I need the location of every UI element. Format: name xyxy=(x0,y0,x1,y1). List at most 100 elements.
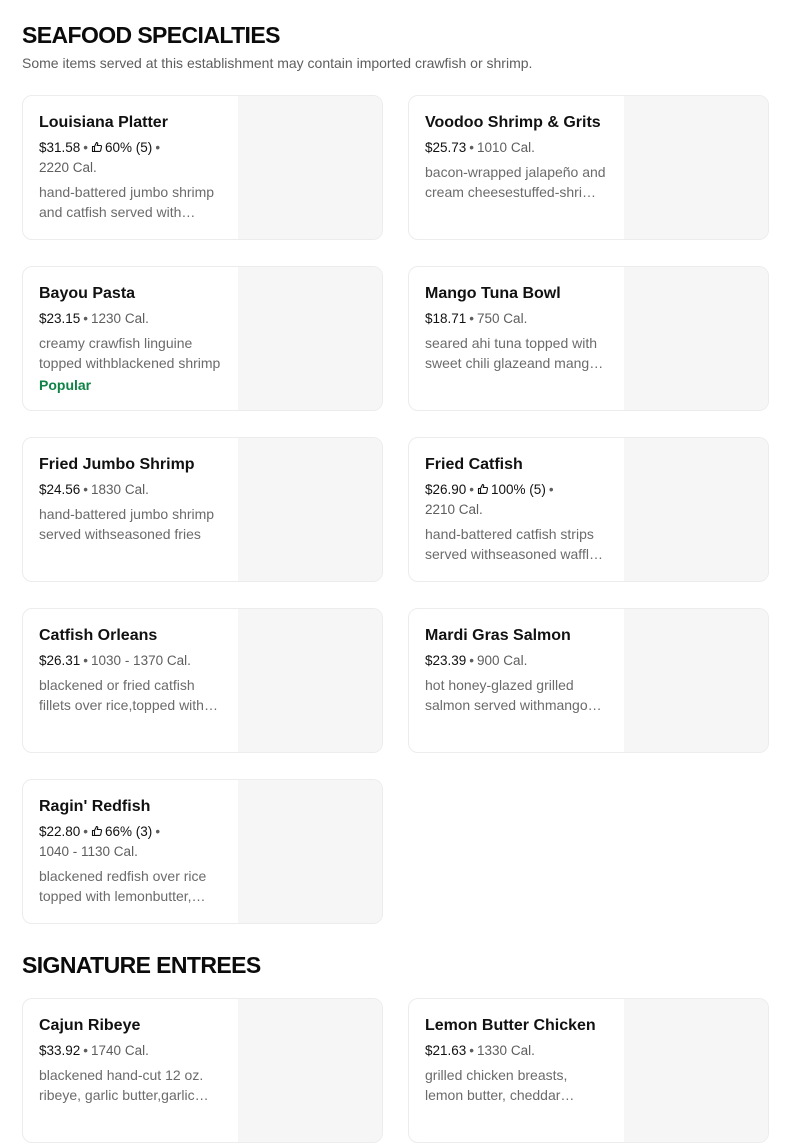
menu-item-image[interactable] xyxy=(624,999,768,1142)
thumbs-up-icon xyxy=(477,480,489,500)
menu-item-price: $26.90 xyxy=(425,482,467,497)
menu-item-description: seared ahi tuna topped with sweet chili … xyxy=(425,335,598,371)
rating-text: 66% (3) xyxy=(105,824,153,839)
menu-item-rating: 100% (5) xyxy=(477,480,546,500)
separator-dot: • xyxy=(155,824,161,839)
menu-item-card[interactable]: Fried Catfish $26.90 • 100% (5) • 2210 Cal. ha… xyxy=(408,437,769,582)
menu-item-info: Ragin' Redfish $22.80 • 66% (3) • 1040 - 1130… xyxy=(39,796,221,906)
separator-dot: • xyxy=(83,1043,89,1058)
menu-item-name: Lemon Butter Chicken xyxy=(425,1017,596,1034)
menu-item-price: $23.15 xyxy=(39,311,81,326)
menu-item-name: Cajun Ribeye xyxy=(39,1017,141,1034)
menu-item-card[interactable]: Ragin' Redfish $22.80 • 66% (3) • 1040 - 1130… xyxy=(22,779,383,924)
menu-item-card[interactable]: Louisiana Platter $31.58 • 60% (5) • 2220 Cal… xyxy=(22,95,383,240)
menu-item-description: hand-battered jumbo shrimp served withse… xyxy=(39,506,215,542)
menu-item-info: Fried Jumbo Shrimp $24.56 • 1830 Cal. hand-b… xyxy=(39,454,221,544)
menu-item-name: Fried Catfish xyxy=(425,456,523,473)
menu-item-meta: $26.90 • 100% (5) • 2210 Cal. xyxy=(425,480,607,520)
menu-item-info: Louisiana Platter $31.58 • 60% (5) • 2220 Cal… xyxy=(39,112,221,222)
separator-dot: • xyxy=(83,311,89,326)
menu-item-image[interactable] xyxy=(238,267,382,410)
separator-dot: • xyxy=(469,1043,475,1058)
separator-dot: • xyxy=(548,482,554,497)
menu-item-calories: 1230 Cal. xyxy=(91,311,149,326)
section-subtitle: Some items served at this establishment … xyxy=(22,55,533,71)
menu-item-info: Mardi Gras Salmon $23.39 • 900 Cal. hot hone… xyxy=(425,625,607,715)
menu-item-image[interactable] xyxy=(624,267,768,410)
separator-dot: • xyxy=(83,482,89,497)
menu-item-card[interactable]: Bayou Pasta $23.15 • 1230 Cal. creamy crawfi… xyxy=(22,266,383,411)
menu-item-price: $18.71 xyxy=(425,311,467,326)
menu-item-info: Bayou Pasta $23.15 • 1230 Cal. creamy crawfi… xyxy=(39,283,221,395)
menu-item-image[interactable] xyxy=(238,438,382,581)
menu-item-card[interactable]: Catfish Orleans $26.31 • 1030 - 1370 Cal. bl… xyxy=(22,608,383,753)
menu-item-description: hand-battered catfish strips served with… xyxy=(425,526,597,562)
menu-item-calories: 1830 Cal. xyxy=(91,482,149,497)
menu-item-name: Fried Jumbo Shrimp xyxy=(39,456,195,473)
menu-item-info: Fried Catfish $26.90 • 100% (5) • 2210 Cal. ha… xyxy=(425,454,607,564)
menu-item-card[interactable]: Lemon Butter Chicken $21.63 • 1330 Cal. gril… xyxy=(408,998,769,1143)
separator-dot: • xyxy=(155,140,161,155)
popular-badge: Popular xyxy=(39,377,92,393)
menu-item-price: $25.73 xyxy=(425,140,467,155)
menu-item-calories: 750 Cal. xyxy=(477,311,528,326)
separator-dot: • xyxy=(83,824,89,839)
menu-item-meta: $26.31 • 1030 - 1370 Cal. xyxy=(39,651,221,671)
rating-text: 100% (5) xyxy=(491,482,546,497)
menu-item-image[interactable] xyxy=(624,438,768,581)
menu-item-calories: 1330 Cal. xyxy=(477,1043,535,1058)
menu-item-image[interactable] xyxy=(238,999,382,1142)
menu-item-meta: $24.56 • 1830 Cal. xyxy=(39,480,221,500)
separator-dot: • xyxy=(469,311,475,326)
menu-item-card[interactable]: Fried Jumbo Shrimp $24.56 • 1830 Cal. hand-b… xyxy=(22,437,383,582)
separator-dot: • xyxy=(469,653,475,668)
menu-item-rating: 60% (5) xyxy=(91,138,152,158)
menu-item-price: $31.58 xyxy=(39,140,81,155)
menu-item-calories: 1010 Cal. xyxy=(477,140,535,155)
menu-item-image[interactable] xyxy=(238,96,382,239)
menu-item-calories: 1040 - 1130 Cal. xyxy=(39,844,138,859)
menu-item-description: blackened redfish over rice topped with … xyxy=(39,868,207,904)
menu-item-price: $33.92 xyxy=(39,1043,81,1058)
menu-item-price: $22.80 xyxy=(39,824,81,839)
menu-item-card[interactable]: Mango Tuna Bowl $18.71 • 750 Cal. seared ahi… xyxy=(408,266,769,411)
menu-item-image[interactable] xyxy=(238,780,382,923)
menu-item-image[interactable] xyxy=(238,609,382,752)
menu-item-meta: $33.92 • 1740 Cal. xyxy=(39,1041,221,1061)
menu-item-info: Mango Tuna Bowl $18.71 • 750 Cal. seared ahi… xyxy=(425,283,607,373)
menu-item-calories: 1740 Cal. xyxy=(91,1043,149,1058)
menu-item-info: Cajun Ribeye $33.92 • 1740 Cal. blackened ha… xyxy=(39,1015,221,1105)
menu-item-calories: 900 Cal. xyxy=(477,653,528,668)
menu-item-card[interactable]: Voodoo Shrimp & Grits $25.73 • 1010 Cal. bac… xyxy=(408,95,769,240)
separator-dot: • xyxy=(469,140,475,155)
menu-item-image[interactable] xyxy=(624,609,768,752)
menu-item-name: Ragin' Redfish xyxy=(39,798,151,815)
menu-item-name: Louisiana Platter xyxy=(39,114,168,131)
section-title: SEAFOOD SPECIALTIES xyxy=(22,22,280,48)
menu-item-meta: $23.15 • 1230 Cal. xyxy=(39,309,221,329)
menu-item-calories: 2210 Cal. xyxy=(425,502,483,517)
menu-item-description: creamy crawfish linguine topped withblac… xyxy=(39,335,221,371)
menu-item-description: blackened or fried catfish fillets over … xyxy=(39,677,204,713)
separator-dot: • xyxy=(83,140,89,155)
rating-text: 60% (5) xyxy=(105,140,153,155)
separator-dot: • xyxy=(469,482,475,497)
menu-item-calories: 2220 Cal. xyxy=(39,160,97,175)
menu-item-price: $26.31 xyxy=(39,653,81,668)
menu-item-description: grilled chicken breasts, lemon butter, c… xyxy=(425,1067,568,1103)
menu-item-description: blackened hand-cut 12 oz. ribeye, garlic… xyxy=(39,1067,204,1103)
menu-item-calories: 1030 - 1370 Cal. xyxy=(91,653,191,668)
thumbs-up-icon xyxy=(91,138,103,158)
menu-item-name: Catfish Orleans xyxy=(39,627,158,644)
separator-dot: • xyxy=(83,653,89,668)
menu-item-rating: 66% (3) xyxy=(91,822,152,842)
menu-item-description: hand-battered jumbo shrimp and catfish s… xyxy=(39,184,215,220)
section-title: SIGNATURE ENTREES xyxy=(22,952,261,978)
menu-item-name: Bayou Pasta xyxy=(39,285,136,302)
menu-item-info: Voodoo Shrimp & Grits $25.73 • 1010 Cal. bac… xyxy=(425,112,607,202)
thumbs-up-icon xyxy=(91,822,103,842)
menu-item-card[interactable]: Mardi Gras Salmon $23.39 • 900 Cal. hot hone… xyxy=(408,608,769,753)
menu-item-card[interactable]: Cajun Ribeye $33.92 • 1740 Cal. blackened ha… xyxy=(22,998,383,1143)
menu-item-info: Lemon Butter Chicken $21.63 • 1330 Cal. gril… xyxy=(425,1015,607,1105)
menu-item-image[interactable] xyxy=(624,96,768,239)
